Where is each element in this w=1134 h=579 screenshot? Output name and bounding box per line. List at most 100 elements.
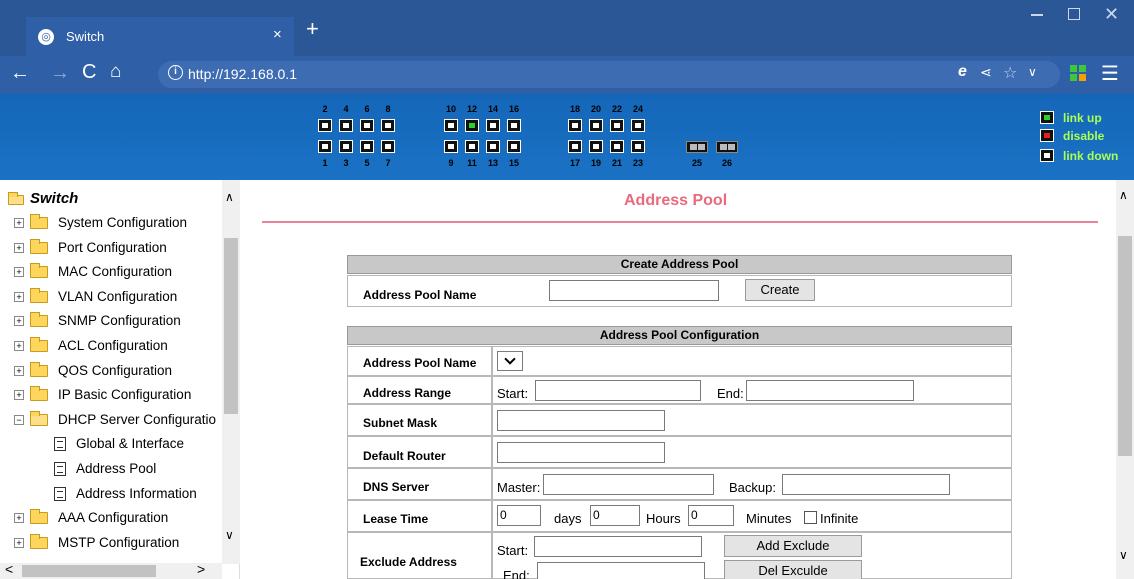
lease-minutes-input[interactable]: 0 [688, 505, 734, 526]
del-exclude-button[interactable]: Del Exculde [724, 560, 862, 579]
info-icon[interactable]: i [168, 65, 183, 80]
expand-icon[interactable]: + [14, 267, 24, 278]
tree-item-label: IP Basic Configuration [58, 387, 192, 403]
expand-icon[interactable]: + [14, 291, 24, 302]
port-number-label: 14 [487, 104, 498, 114]
scroll-down-icon[interactable]: ∨ [225, 528, 234, 542]
create-button[interactable]: Create [745, 279, 815, 301]
port-5-icon[interactable] [360, 140, 374, 153]
port-9-icon[interactable] [444, 140, 458, 153]
lease-hours-input[interactable]: 0 [590, 505, 640, 526]
pool-name-input[interactable] [549, 280, 719, 301]
port-number-label: 18 [569, 104, 580, 114]
home-icon[interactable]: ⌂ [110, 61, 121, 83]
main-scroll-up-icon[interactable]: ∧ [1119, 188, 1128, 202]
port-number-label: 8 [385, 104, 391, 114]
browser-tab-bar: ◎ Switch × + ✕ [0, 0, 1134, 56]
dns-master-input[interactable] [543, 474, 714, 495]
port-23-icon[interactable] [631, 140, 645, 153]
tree-vertical-scroll-thumb[interactable] [224, 238, 238, 414]
port-16-icon[interactable] [507, 119, 521, 132]
range-end-label: End: [717, 386, 744, 401]
window-close-icon[interactable]: ✕ [1104, 4, 1119, 25]
url-text[interactable]: http://192.168.0.1 [188, 66, 297, 82]
maximize-icon[interactable] [1068, 8, 1080, 20]
port-13-icon[interactable] [486, 140, 500, 153]
ie-icon[interactable]: e [958, 63, 967, 81]
back-icon[interactable]: ← [10, 62, 30, 85]
port-3-icon[interactable] [339, 140, 353, 153]
port-number-label: 7 [385, 158, 391, 168]
expand-icon[interactable]: + [14, 390, 24, 401]
expand-icon[interactable]: + [14, 218, 24, 228]
scroll-up-icon[interactable]: ∧ [225, 190, 234, 204]
chevron-down-icon[interactable]: ∨ [1028, 65, 1037, 79]
share-icon[interactable]: ⋖ [980, 64, 992, 81]
collapse-icon[interactable]: − [14, 414, 24, 425]
port-12-icon[interactable] [465, 119, 479, 132]
port-15-icon[interactable] [507, 140, 521, 153]
main-vertical-scroll-thumb[interactable] [1118, 236, 1132, 456]
port-18-icon[interactable] [568, 119, 582, 132]
scroll-right-icon[interactable]: > [197, 561, 205, 577]
port-10-icon[interactable] [444, 119, 458, 132]
disable-legend-icon [1040, 129, 1054, 142]
folder-icon [30, 238, 48, 254]
extensions-icon[interactable] [1070, 65, 1088, 83]
expand-icon[interactable]: + [14, 316, 24, 327]
port-number-label: 10 [445, 104, 456, 114]
sfp-port-25-icon[interactable] [686, 141, 708, 153]
exclude-start-input[interactable] [534, 536, 702, 557]
tree-item-label: Global & Interface [76, 436, 185, 452]
sfp-port-26-icon[interactable] [716, 141, 738, 153]
port-11-icon[interactable] [465, 140, 479, 153]
star-icon[interactable]: ☆ [1003, 63, 1017, 83]
tree-item-label: Address Information [76, 485, 197, 501]
default-router-input[interactable] [497, 442, 665, 463]
port-8-icon[interactable] [381, 119, 395, 132]
tree-horizontal-scroll-thumb[interactable] [22, 565, 156, 577]
infinite-checkbox[interactable] [804, 511, 817, 524]
chevron-down-icon [504, 353, 516, 365]
port-19-icon[interactable] [589, 140, 603, 153]
port-17-icon[interactable] [568, 140, 582, 153]
port-14-icon[interactable] [486, 119, 500, 132]
folder-open-icon [8, 192, 24, 205]
expand-icon[interactable]: + [14, 537, 24, 548]
page-icon [54, 437, 66, 452]
lease-days-input[interactable]: 0 [497, 505, 541, 526]
tree-item-label: MAC Configuration [58, 264, 173, 280]
port-2-icon[interactable] [318, 119, 332, 132]
minimize-icon[interactable] [1031, 14, 1043, 16]
port-22-icon[interactable] [610, 119, 624, 132]
folder-icon [30, 337, 48, 352]
folder-icon [30, 263, 48, 279]
port-24-icon[interactable] [631, 119, 645, 132]
port-1-icon[interactable] [318, 140, 332, 153]
add-exclude-button[interactable]: Add Exclude [724, 535, 862, 557]
forward-icon[interactable]: → [50, 62, 70, 85]
scroll-left-icon[interactable]: < [5, 561, 13, 577]
main-scroll-down-icon[interactable]: ∨ [1119, 548, 1128, 562]
exclude-end-input[interactable] [537, 562, 705, 579]
port-21-icon[interactable] [610, 140, 624, 153]
range-start-input[interactable] [535, 380, 701, 401]
pool-name-select[interactable] [497, 351, 523, 371]
close-tab-icon[interactable]: × [273, 26, 282, 43]
reload-icon[interactable]: C [82, 61, 96, 84]
expand-icon[interactable]: + [14, 242, 24, 253]
expand-icon[interactable]: + [14, 341, 24, 351]
port-7-icon[interactable] [381, 140, 395, 153]
port-20-icon[interactable] [589, 119, 603, 132]
port-6-icon[interactable] [360, 119, 374, 132]
expand-icon[interactable]: + [14, 365, 24, 376]
menu-icon[interactable]: ☰ [1101, 61, 1119, 86]
link-up-legend-icon [1040, 111, 1054, 124]
new-tab-button[interactable]: + [306, 18, 319, 40]
subnet-mask-input[interactable] [497, 410, 665, 431]
port-4-icon[interactable] [339, 119, 353, 132]
expand-icon[interactable]: + [14, 513, 24, 524]
browser-tab[interactable]: ◎ Switch × [26, 17, 294, 56]
dns-backup-input[interactable] [782, 474, 950, 495]
range-end-input[interactable] [746, 380, 914, 401]
